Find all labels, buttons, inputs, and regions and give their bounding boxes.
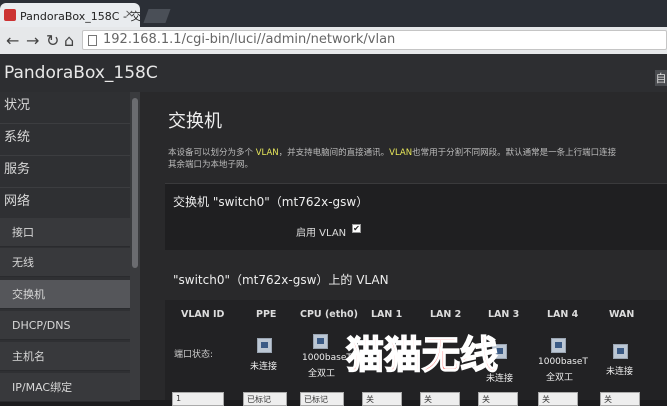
- port-ppe-status: 未连接: [250, 362, 278, 372]
- forward-arrow-icon[interactable]: →: [26, 31, 39, 50]
- col-header-lan4: LAN 4: [547, 309, 579, 320]
- tab-title: PandoraBox_158C - 交换机: [20, 10, 140, 23]
- desc-vlan-a: VLAN: [255, 148, 279, 158]
- desc-vlan-b: VLAN: [389, 148, 413, 158]
- sidebar-item-interfaces[interactable]: 接口: [0, 218, 130, 247]
- address-bar: ← → ↻ ⌂ 192.168.1.1/cgi-bin/luci//admin/…: [0, 27, 667, 55]
- page-title: 交换机: [168, 111, 222, 132]
- switch-section-title: 交换机 "switch0"（mt762x-gsw）: [173, 195, 369, 209]
- desc-text-b: ，并支持电脑间的直接通讯。: [278, 148, 390, 158]
- reload-icon[interactable]: ↻: [46, 31, 59, 50]
- lan1-select[interactable]: 关: [362, 392, 402, 406]
- new-tab-button[interactable]: [143, 9, 171, 23]
- port-status-label: 端口状态:: [174, 350, 214, 360]
- col-header-lan1: LAN 1: [371, 309, 403, 320]
- cpu-select[interactable]: 已标记: [300, 392, 344, 406]
- browser-tab[interactable]: PandoraBox_158C - 交换机 ×: [0, 3, 140, 27]
- col-header-wan: WAN: [609, 309, 635, 320]
- router-header: PandoraBox_158C 自: [0, 54, 667, 92]
- desc-text-line2: 其余端口为本地子网。: [168, 160, 254, 170]
- page-info-icon: [88, 35, 97, 46]
- desc-text-a: 本设备可以划分为多个: [168, 148, 254, 158]
- port-cpu-speed: 1000baseT: [302, 353, 352, 363]
- sidebar-item-switch[interactable]: 交换机: [0, 280, 130, 309]
- lan4-select[interactable]: 关: [538, 392, 578, 406]
- port-cpu-duplex: 全双工: [308, 369, 336, 379]
- url-text: 192.168.1.1/cgi-bin/luci//admin/network/…: [103, 32, 396, 47]
- col-header-ppe: PPE: [256, 309, 277, 320]
- scrollbar-thumb[interactable]: [132, 98, 138, 268]
- vlan-id-input[interactable]: 1: [172, 392, 224, 406]
- sidebar-item-ip-mac-binding[interactable]: IP/MAC绑定: [0, 373, 130, 402]
- header-toggle-button[interactable]: 自: [655, 70, 667, 86]
- brand-title: PandoraBox_158C: [4, 63, 158, 83]
- enable-vlan-checkbox[interactable]: ✔: [352, 224, 361, 233]
- lan3-select[interactable]: 关: [478, 392, 518, 406]
- sidebar-item-hostnames[interactable]: 主机名: [0, 342, 130, 371]
- lan2-select[interactable]: 关: [420, 392, 460, 406]
- wan-select[interactable]: 关: [600, 392, 640, 406]
- desc-text-c: 也常用于分割不同网段。默认通常是一条上行端口连接: [412, 148, 617, 158]
- port-wan-network-icon: [613, 344, 628, 359]
- url-input[interactable]: 192.168.1.1/cgi-bin/luci//admin/network/…: [82, 30, 667, 50]
- col-header-cpu: CPU (eth0): [300, 309, 358, 320]
- vlan-section-title: "switch0"（mt762x-gsw）上的 VLAN: [173, 273, 389, 287]
- overlay-watermark-text: 猫猫无线: [345, 332, 499, 378]
- port-ppe-network-icon: [257, 338, 272, 353]
- col-header-vlan-id: VLAN ID: [181, 309, 225, 320]
- sidebar-item-dhcp-dns[interactable]: DHCP/DNS: [0, 311, 130, 340]
- port-lan4-duplex: 全双工: [546, 373, 574, 383]
- sidebar-item-services[interactable]: 服务: [0, 156, 130, 188]
- favicon-icon: [4, 9, 16, 21]
- port-lan4-network-icon: [551, 338, 566, 353]
- sidebar-item-wireless[interactable]: 无线: [0, 248, 130, 277]
- col-header-lan2: LAN 2: [430, 309, 462, 320]
- port-wan-status: 未连接: [606, 367, 634, 377]
- close-tab-icon[interactable]: ×: [125, 7, 134, 20]
- sidebar-scrollbar[interactable]: [130, 92, 140, 400]
- ppe-select[interactable]: 已标记: [243, 392, 287, 406]
- port-cpu-network-icon: [313, 334, 328, 349]
- page-description: 本设备可以划分为多个 VLAN，并支持电脑间的直接通讯。VLAN也常用于分割不同…: [168, 147, 667, 171]
- home-icon[interactable]: ⌂: [64, 31, 74, 50]
- sidebar-item-system[interactable]: 系统: [0, 124, 130, 156]
- back-arrow-icon[interactable]: ←: [6, 31, 19, 50]
- browser-tab-bar: PandoraBox_158C - 交换机 ×: [0, 0, 667, 27]
- sidebar-item-network[interactable]: 网络: [0, 188, 130, 220]
- col-header-lan3: LAN 3: [488, 309, 520, 320]
- enable-vlan-label: 启用 VLAN: [296, 228, 347, 239]
- sidebar-item-status[interactable]: 状况: [0, 92, 130, 124]
- port-lan4-speed: 1000baseT: [538, 357, 588, 367]
